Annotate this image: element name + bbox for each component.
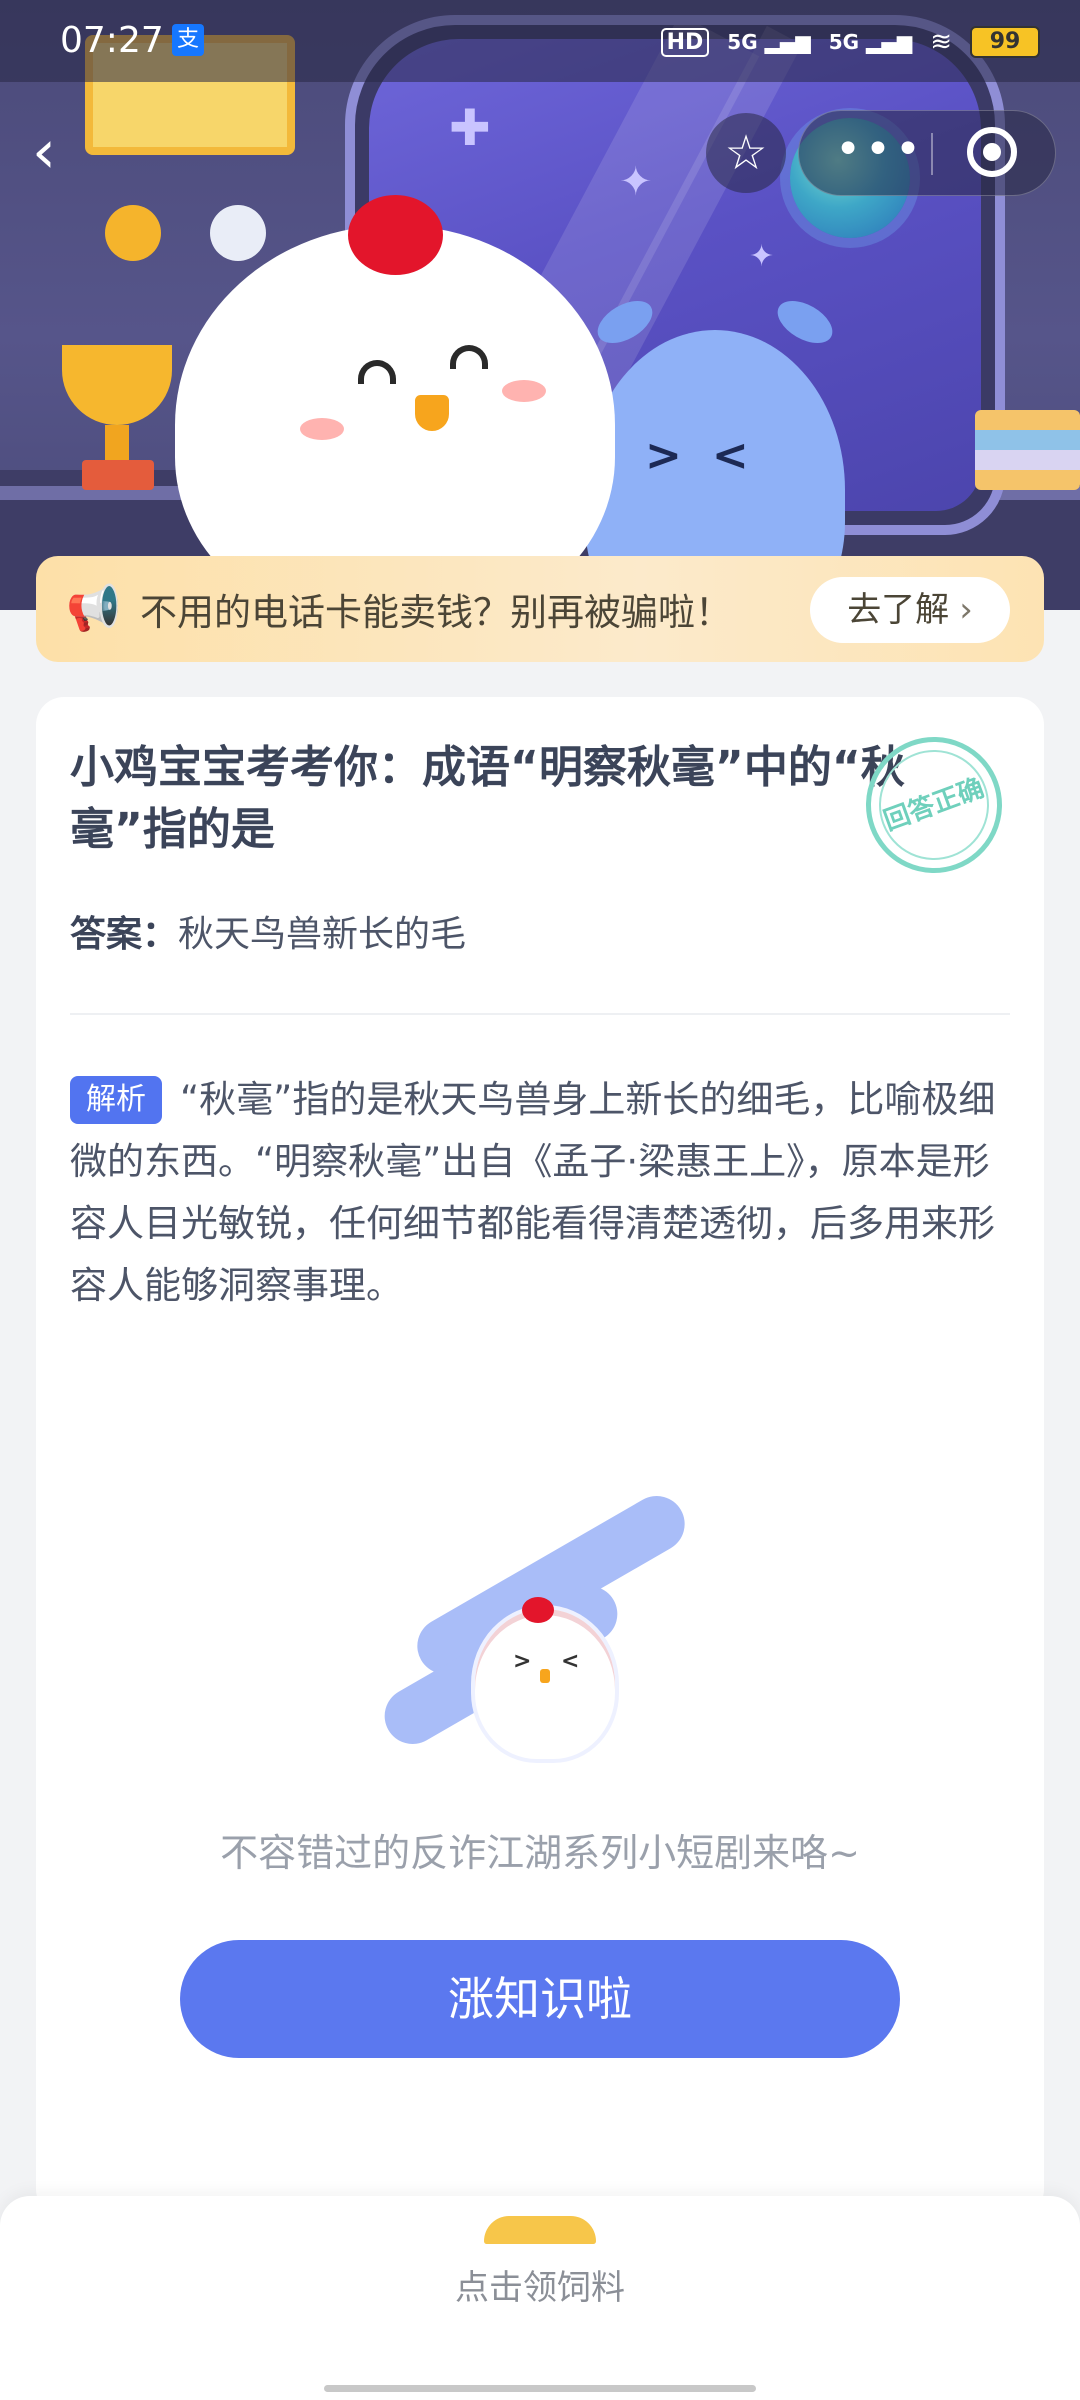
satellite-icon: ✚ [449, 99, 491, 157]
alipay-icon: 支 [172, 24, 204, 56]
learn-more-button[interactable]: 去了解 › [810, 577, 1010, 643]
alien-face: >< [645, 430, 779, 481]
status-icons: HD 5G ▂▄▆ 5G ▂▄▆ ≋ 99 [660, 22, 1040, 62]
status-time: 07:27 [60, 20, 164, 61]
analysis-block: 解析 “秋毫”指的是秋天鸟兽身上新长的细毛，比喻极细微的东西。“明察秋毫”出自《孟… [70, 1069, 1010, 1317]
mini-program-capsule: ••• [798, 110, 1056, 196]
home-indicator[interactable] [324, 2385, 756, 2392]
megaphone-icon: 📢 [66, 583, 121, 634]
claim-feed-label[interactable]: 点击领饲料 [0, 2260, 1080, 2309]
back-button[interactable]: ‹ [32, 122, 82, 182]
bottom-feed-panel[interactable]: 点击领饲料 [0, 2196, 1080, 2400]
close-mini-program-button[interactable] [967, 127, 1017, 177]
promo-subtitle: 不容错过的反诈江湖系列小短剧来咯~ [220, 1831, 860, 1875]
quiz-result-card: 小鸡宝宝考考你：成语“明察秋毫”中的“秋毫”指的是 回答正确 答案：秋天鸟兽新长… [36, 697, 1044, 2217]
trophy-icon [62, 345, 172, 425]
status-bar: 07:27 支 HD 5G ▂▄▆ 5G ▂▄▆ ≋ 99 [0, 0, 1080, 82]
medal-icon [105, 205, 161, 261]
battery-icon: 99 [970, 26, 1040, 58]
learn-knowledge-button[interactable]: 涨知识啦 [180, 1940, 900, 2058]
signal-icon: 5G ▂▄▆ [727, 30, 811, 54]
more-options-button[interactable]: ••• [835, 125, 925, 181]
analysis-tag: 解析 [70, 1076, 162, 1124]
chevron-right-icon: › [959, 590, 973, 630]
books-illustration [975, 410, 1080, 490]
sparkle-icon: ✦ [749, 239, 775, 274]
signal-icon: 5G ▂▄▆ [828, 30, 913, 54]
feed-bowl-icon [484, 2216, 596, 2244]
answer-value: 秋天鸟兽新长的毛 [178, 914, 467, 955]
favorite-star-button[interactable]: ☆ [706, 113, 786, 193]
notice-text: 不用的电话卡能卖钱？别再被骗啦！ [140, 591, 732, 634]
chick-illustration: > < [374, 1485, 695, 1787]
divider [70, 1013, 1010, 1015]
chicken-mascot [175, 225, 615, 610]
chicken-beak [415, 395, 449, 431]
sparkle-icon: ✦ [619, 159, 653, 205]
hd-icon: HD [660, 27, 710, 57]
wifi-icon: ≋ [930, 27, 952, 57]
analysis-text: “秋毫”指的是秋天鸟兽身上新长的细毛，比喻极细微的东西。“明察秋毫”出自《孟子·… [70, 1078, 996, 1307]
answer-label: 答案： [70, 914, 179, 955]
answer-row: 答案：秋天鸟兽新长的毛 [70, 905, 466, 957]
anti-fraud-notice-banner[interactable]: 📢 不用的电话卡能卖钱？别再被骗啦！ 去了解 › [36, 556, 1044, 662]
quiz-question: 小鸡宝宝考考你：成语“明察秋毫”中的“秋毫”指的是 [70, 742, 905, 855]
medal-icon [210, 205, 266, 261]
chicken-comb [348, 195, 443, 275]
hero-banner: ✦ ✦ ✚ >< [0, 0, 1080, 610]
